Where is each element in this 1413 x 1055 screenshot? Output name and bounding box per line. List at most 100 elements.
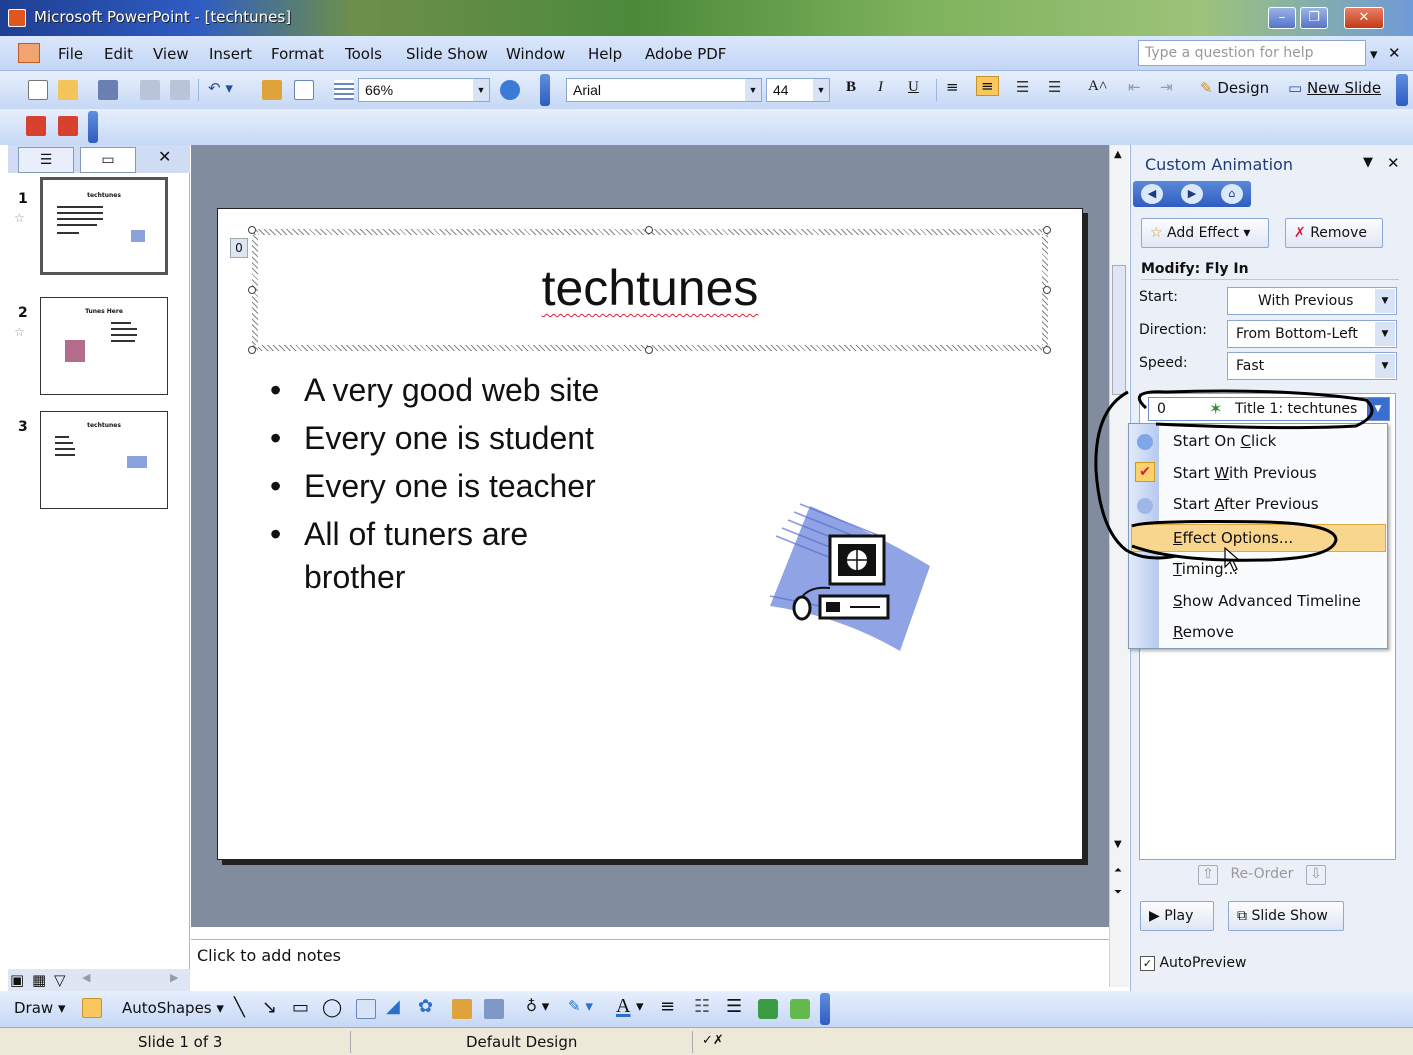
close-task-pane-icon[interactable]: ✕ xyxy=(1387,154,1400,172)
font-size-select[interactable]: 44 ▼ xyxy=(766,78,830,102)
text-box-icon[interactable] xyxy=(356,999,376,1019)
resize-handle[interactable] xyxy=(645,226,653,234)
chevron-down-icon[interactable]: ▼ xyxy=(473,79,489,101)
line-icon[interactable]: ╲ xyxy=(234,997,245,1018)
slide-thumbnail-2[interactable]: Tunes Here xyxy=(40,297,168,395)
arrow-icon[interactable]: ↘ xyxy=(262,997,277,1018)
minimize-button[interactable]: – xyxy=(1268,7,1296,29)
direction-select[interactable]: From Bottom-Left ▼ xyxy=(1227,320,1397,348)
line-style-icon[interactable]: ≡ xyxy=(660,996,675,1017)
menu-window[interactable]: Window xyxy=(506,45,565,63)
slide-title[interactable]: techtunes xyxy=(252,259,1048,317)
new-icon[interactable] xyxy=(28,80,48,100)
animation-order-tag[interactable]: 0 xyxy=(230,238,248,258)
chevron-down-icon[interactable]: ▼ xyxy=(1367,398,1389,420)
close-button[interactable]: ✕ xyxy=(1344,7,1384,29)
font-color-icon[interactable]: A xyxy=(616,995,630,1018)
home-icon[interactable]: ⌂ xyxy=(1221,184,1243,204)
clip-art-icon[interactable] xyxy=(452,999,472,1019)
scroll-right-icon[interactable]: ▶ xyxy=(170,971,178,984)
line-color-icon[interactable]: ✎ ▾ xyxy=(568,997,593,1015)
insert-chart-icon[interactable] xyxy=(262,80,282,100)
numbering-icon[interactable]: ☰ xyxy=(1016,78,1029,96)
vertical-scrollbar[interactable]: ▲ ▼ ⏶ ⏷ xyxy=(1109,145,1129,987)
menu-file[interactable]: File xyxy=(58,45,83,63)
convert-to-pdf-icon[interactable] xyxy=(26,116,46,136)
tab-slides[interactable]: ▭ xyxy=(80,147,136,173)
scroll-down-icon[interactable]: ▼ xyxy=(1114,839,1122,850)
convert-and-email-icon[interactable] xyxy=(58,116,78,136)
menu-effect-options[interactable]: Effect Options... xyxy=(1173,529,1293,547)
toolbar-grip[interactable] xyxy=(820,993,830,1025)
document-icon[interactable] xyxy=(18,43,40,63)
move-down-icon[interactable]: ⇩ xyxy=(1305,865,1326,885)
help-dropdown-icon[interactable]: ▾ xyxy=(1370,45,1378,63)
help-icon[interactable] xyxy=(500,80,520,100)
slide-sorter-view-icon[interactable]: ▦ xyxy=(32,971,46,989)
font-select[interactable]: Arial ▼ xyxy=(566,78,762,102)
resize-handle[interactable] xyxy=(248,226,256,234)
picture-icon[interactable] xyxy=(484,999,504,1019)
menu-view[interactable]: View xyxy=(153,45,189,63)
menu-insert[interactable]: Insert xyxy=(209,45,252,63)
align-left-icon[interactable]: ≡ xyxy=(946,78,959,96)
powerpoint-app-icon[interactable] xyxy=(8,9,26,27)
resize-handle[interactable] xyxy=(248,346,256,354)
menu-help[interactable]: Help xyxy=(588,45,622,63)
cut-icon[interactable] xyxy=(140,80,160,100)
chevron-down-icon[interactable]: ▼ xyxy=(813,79,829,101)
play-button[interactable]: ▶ Play xyxy=(1140,901,1214,931)
align-center-icon[interactable]: ≡ xyxy=(976,76,999,96)
next-slide-icon[interactable]: ⏷ xyxy=(1114,887,1122,898)
menu-format[interactable]: Format xyxy=(271,45,324,63)
bullet-list[interactable]: A very good web site Every one is studen… xyxy=(270,366,730,596)
open-icon[interactable] xyxy=(58,80,78,100)
underline-button[interactable]: U xyxy=(908,79,919,96)
fill-color-icon[interactable]: ♁ ▾ xyxy=(526,997,549,1015)
slide-thumbnail-3[interactable]: techtunes xyxy=(40,411,168,509)
resize-handle[interactable] xyxy=(1043,226,1051,234)
forward-icon[interactable]: ▶ xyxy=(1181,184,1203,204)
spelling-check-icon[interactable]: ✓✗ xyxy=(702,1033,724,1048)
menu-start-after-previous[interactable]: Start After Previous xyxy=(1173,495,1319,513)
scroll-up-icon[interactable]: ▲ xyxy=(1114,149,1122,160)
remove-effect-button[interactable]: ✗ Remove xyxy=(1285,218,1383,248)
insert-table-icon[interactable] xyxy=(294,80,314,100)
menu-start-on-click[interactable]: Start On Click xyxy=(1173,432,1276,450)
previous-slide-icon[interactable]: ⏶ xyxy=(1114,865,1122,876)
close-pane-icon[interactable]: ✕ xyxy=(158,147,171,166)
checkbox-checked-icon[interactable]: ✓ xyxy=(1140,956,1155,971)
bullets-icon[interactable]: ☰ xyxy=(1048,78,1061,96)
toolbar-grip[interactable] xyxy=(88,111,98,143)
speed-select[interactable]: Fast ▼ xyxy=(1227,352,1397,380)
diagram-icon[interactable]: ✿ xyxy=(418,996,433,1017)
normal-view-icon[interactable]: ▣ xyxy=(10,971,24,989)
scroll-thumb[interactable] xyxy=(1112,265,1126,395)
chevron-down-icon[interactable]: ▼ xyxy=(1375,354,1395,378)
3d-style-icon[interactable] xyxy=(790,999,810,1019)
draw-menu[interactable]: Draw ▾ xyxy=(14,999,66,1017)
task-pane-menu-icon[interactable]: ▼ xyxy=(1363,155,1373,170)
menu-slide-show[interactable]: Slide Show xyxy=(406,45,488,63)
menu-remove[interactable]: Remove xyxy=(1173,623,1234,641)
design-button[interactable]: ✎ Design xyxy=(1200,79,1269,97)
move-up-icon[interactable]: ⇧ xyxy=(1198,865,1218,885)
menu-show-advanced-timeline[interactable]: Show Advanced Timeline xyxy=(1173,592,1361,610)
scroll-left-icon[interactable]: ◀ xyxy=(82,971,90,984)
close-document-icon[interactable]: ✕ xyxy=(1388,44,1401,62)
chevron-down-icon[interactable]: ▾ xyxy=(636,997,644,1015)
resize-handle[interactable] xyxy=(1043,346,1051,354)
slide-show-button[interactable]: ⧉ Slide Show xyxy=(1228,901,1344,931)
rectangle-icon[interactable]: ▭ xyxy=(292,997,309,1018)
zoom-select[interactable]: 66% ▼ xyxy=(358,78,490,102)
dash-style-icon[interactable]: ☷ xyxy=(694,996,710,1017)
arrow-style-icon[interactable]: ☰ xyxy=(726,996,742,1017)
start-select[interactable]: With Previous ▼ xyxy=(1227,287,1397,315)
undo-icon[interactable]: ↶ ▾ xyxy=(208,79,233,97)
add-effect-button[interactable]: ☆ Add Effect ▾ xyxy=(1141,218,1269,248)
shadow-style-icon[interactable] xyxy=(758,999,778,1019)
select-objects-icon[interactable] xyxy=(82,998,102,1018)
paste-icon[interactable] xyxy=(170,80,190,100)
chevron-down-icon[interactable]: ▼ xyxy=(1375,322,1395,346)
computer-clipart[interactable] xyxy=(760,496,936,656)
